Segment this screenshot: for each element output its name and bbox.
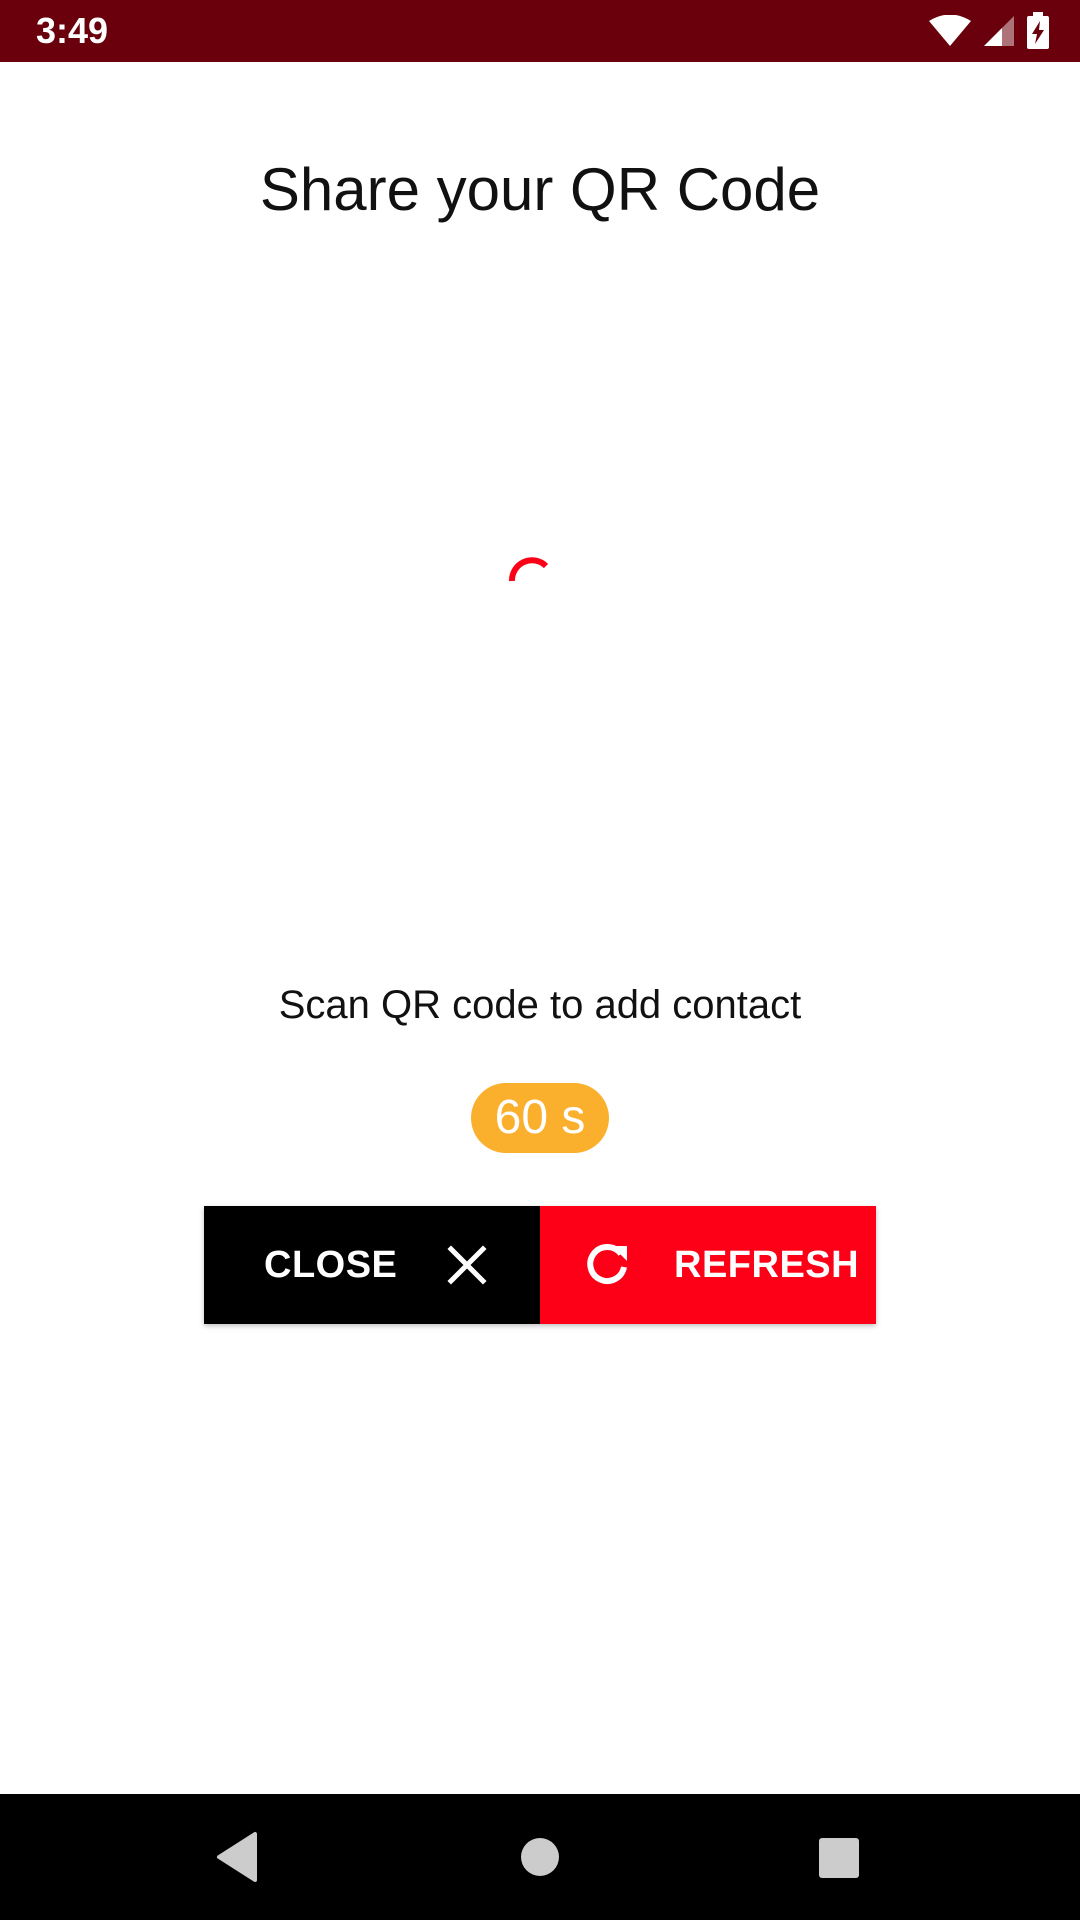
status-time: 3:49	[36, 10, 109, 51]
close-button-label: CLOSE	[264, 1243, 398, 1286]
refresh-icon	[582, 1240, 632, 1290]
back-icon[interactable]	[205, 1824, 271, 1890]
scan-instruction: Scan QR code to add contact	[278, 983, 802, 1027]
recents-icon[interactable]	[805, 1824, 871, 1890]
refresh-button[interactable]: REFRESH	[540, 1206, 876, 1324]
page-title: Share your QR Code	[259, 156, 821, 223]
refresh-button-label: REFRESH	[674, 1243, 860, 1286]
cell-signal-icon	[982, 14, 1016, 48]
home-icon[interactable]	[507, 1824, 573, 1890]
close-icon	[447, 1245, 487, 1285]
wifi-icon	[928, 15, 972, 47]
battery-charging-icon	[1026, 12, 1050, 50]
timer-badge: 60 s	[471, 1083, 609, 1153]
status-bar: 3:49	[0, 0, 1080, 62]
status-icons	[928, 12, 1050, 50]
navigation-bar	[0, 1794, 1080, 1920]
action-buttons: CLOSE REFRESH	[204, 1206, 876, 1324]
loading-spinner-icon	[500, 552, 560, 612]
close-button[interactable]: CLOSE	[204, 1206, 540, 1324]
